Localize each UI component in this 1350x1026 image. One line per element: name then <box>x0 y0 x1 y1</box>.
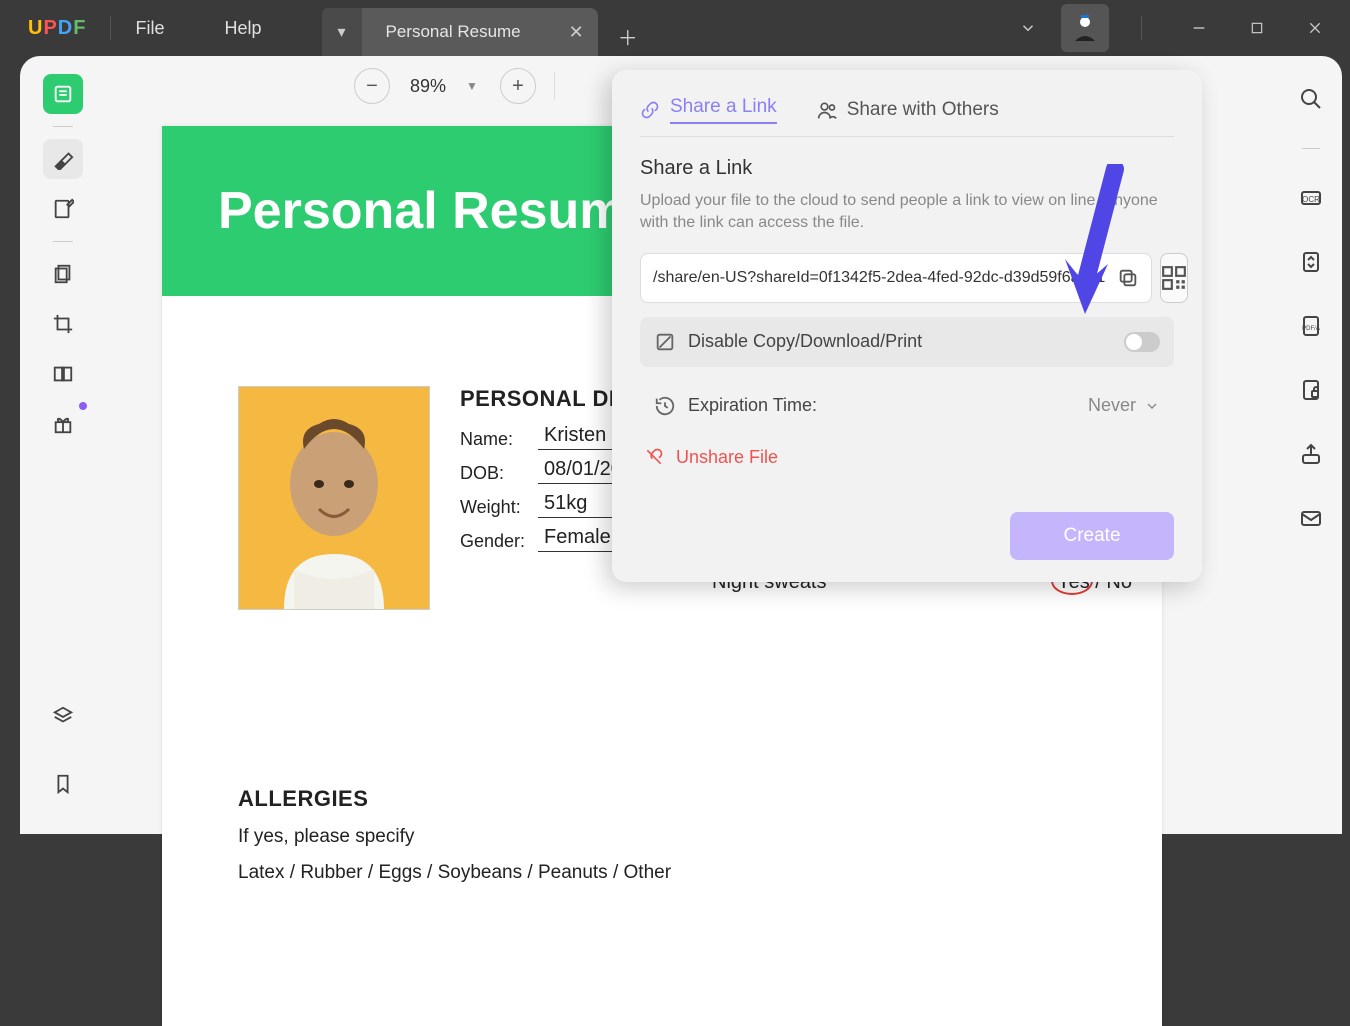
profile-photo <box>238 386 430 610</box>
pages-tool[interactable] <box>43 254 83 294</box>
label-weight: Weight: <box>460 497 530 518</box>
copy-link-button[interactable] <box>1111 261 1145 295</box>
gift-tool[interactable] <box>43 404 83 444</box>
tab-active[interactable]: Personal Resume ✕ <box>362 8 598 56</box>
window-close-icon[interactable] <box>1290 8 1340 48</box>
lock-icon <box>654 331 676 353</box>
doc-title: Personal Resume <box>218 181 654 241</box>
convert-icon[interactable] <box>1296 247 1326 277</box>
svg-text:PDF/A: PDF/A <box>1302 326 1320 332</box>
search-icon[interactable] <box>1296 84 1326 114</box>
unshare-button[interactable]: Unshare File <box>640 447 1174 468</box>
value-weight: 51kg <box>538 492 618 518</box>
label-gender: Gender: <box>460 531 530 552</box>
allergies-question: If yes, please specify <box>238 826 671 848</box>
history-icon <box>654 395 676 417</box>
highlight-tool[interactable] <box>43 139 83 179</box>
expiration-label: Expiration Time: <box>688 395 817 416</box>
create-button[interactable]: Create <box>1010 512 1174 560</box>
tab-title: Personal Resume <box>386 22 521 42</box>
chevron-down-icon <box>1144 398 1160 414</box>
divider <box>53 241 73 242</box>
zoom-out-button[interactable]: − <box>354 68 390 104</box>
compare-tool[interactable] <box>43 354 83 394</box>
disable-copy-row: Disable Copy/Download/Print <box>640 317 1174 367</box>
left-sidebar <box>20 56 106 834</box>
menu-file[interactable]: File <box>135 18 164 39</box>
zoom-in-button[interactable]: + <box>500 68 536 104</box>
label-dob: DOB: <box>460 463 530 484</box>
bookmark-icon[interactable] <box>43 764 83 804</box>
section-allergies: ALLERGIES <box>238 786 671 812</box>
user-avatar[interactable] <box>1061 4 1109 52</box>
unshare-label: Unshare File <box>676 447 778 468</box>
edit-tool[interactable] <box>43 189 83 229</box>
zoom-dropdown-icon[interactable]: ▼ <box>466 79 478 93</box>
menu-help[interactable]: Help <box>224 18 261 39</box>
allergies-list: Latex / Rubber / Eggs / Soybeans / Peanu… <box>238 862 671 884</box>
window-maximize-icon[interactable] <box>1232 8 1282 48</box>
tab-share-others[interactable]: Share with Others <box>817 96 999 124</box>
share-icon[interactable] <box>1296 439 1326 469</box>
people-icon <box>817 100 837 120</box>
layers-icon[interactable] <box>43 696 83 736</box>
tab-list-dropdown[interactable]: ▾ <box>322 8 362 56</box>
window-minimize-icon[interactable] <box>1174 8 1224 48</box>
protect-icon[interactable] <box>1296 375 1326 405</box>
new-tab-button[interactable]: ＋ <box>608 16 648 56</box>
tab-share-others-label: Share with Others <box>847 99 999 121</box>
ocr-icon[interactable]: OCR <box>1296 183 1326 213</box>
divider <box>1141 16 1142 40</box>
divider <box>554 72 555 100</box>
disable-copy-label: Disable Copy/Download/Print <box>688 331 922 352</box>
unshare-icon <box>644 447 664 467</box>
tabs-overflow-icon[interactable] <box>1003 8 1053 48</box>
share-link-field[interactable]: /share/en-US?shareId=0f1342f5-2dea-4fed-… <box>640 253 1152 303</box>
expiration-value: Never <box>1088 395 1136 416</box>
qr-code-button[interactable] <box>1160 253 1188 303</box>
expiration-row[interactable]: Expiration Time: Never <box>640 381 1174 431</box>
share-description: Upload your file to the cloud to send pe… <box>640 190 1174 235</box>
share-title: Share a Link <box>640 157 1174 180</box>
email-icon[interactable] <box>1296 503 1326 533</box>
document-area: − 89% ▼ + Personal Resume <box>106 56 1280 834</box>
share-link-text: /share/en-US?shareId=0f1342f5-2dea-4fed-… <box>653 269 1105 287</box>
zoom-value: 89% <box>410 76 446 97</box>
link-icon <box>640 100 660 120</box>
divider <box>1302 148 1320 149</box>
reader-tool[interactable] <box>43 74 83 114</box>
pdfa-icon[interactable]: PDF/A <box>1296 311 1326 341</box>
crop-tool[interactable] <box>43 304 83 344</box>
label-name: Name: <box>460 429 530 450</box>
tab-share-link[interactable]: Share a Link <box>640 96 777 124</box>
app-logo: UPDF <box>28 17 86 40</box>
svg-text:OCR: OCR <box>1302 195 1320 204</box>
divider <box>53 126 73 127</box>
disable-copy-toggle[interactable] <box>1124 332 1160 352</box>
divider <box>110 16 111 40</box>
right-sidebar: OCR PDF/A <box>1280 56 1342 834</box>
share-panel: Share a Link Share with Others Share a L… <box>612 70 1202 582</box>
tab-close-icon[interactable]: ✕ <box>569 22 584 43</box>
tab-share-link-label: Share a Link <box>670 96 777 124</box>
